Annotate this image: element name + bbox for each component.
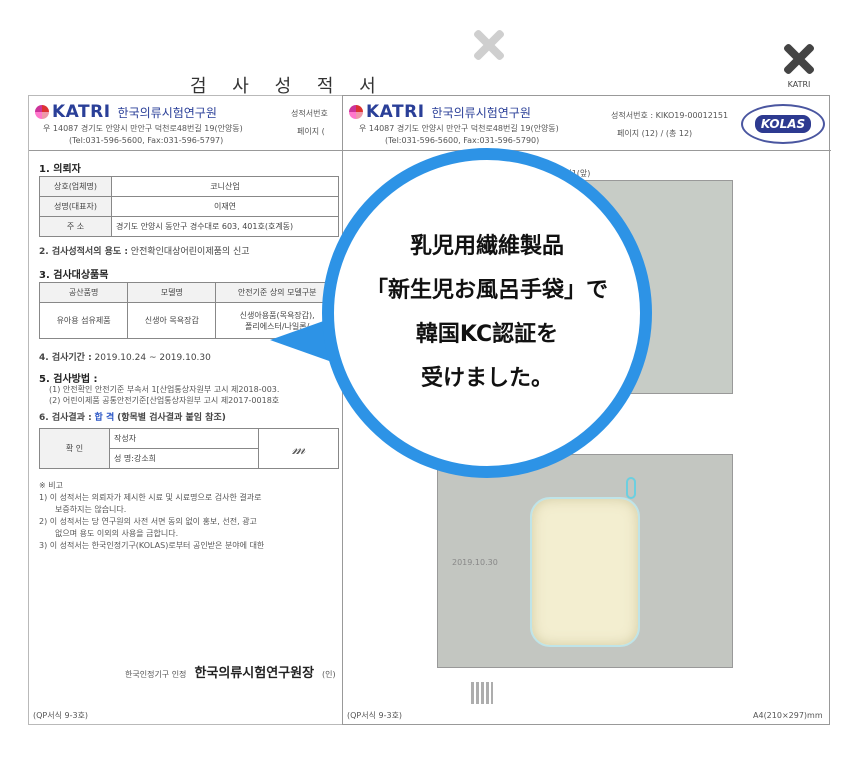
- section-result: 6. 검사결과 : 합 격 (항목별 검사결과 붙임 참조): [39, 413, 226, 423]
- watermark-x-icon: [472, 28, 506, 62]
- address: 우 14087 경기도 안양시 만안구 덕천로48번길 19(안양동): [43, 124, 243, 133]
- remark-title: ※ 비고: [39, 481, 63, 490]
- table-row: 공산품명 모델명 안전기준 상의 모델구분: [38, 282, 339, 303]
- row-value: 경기도 안양시 동안구 경수대로 603, 401호(호계동): [111, 216, 339, 237]
- katri-brand: KATRI: [52, 102, 111, 122]
- address: 우 14087 경기도 안양시 만안구 덕천로48번길 19(안양동): [359, 124, 559, 133]
- katri-logo-right: KATRI 한국의류시험연구원: [349, 102, 531, 122]
- kolas-logo: KOLAS: [741, 104, 825, 144]
- remark-line: 보증하지는 않습니다.: [55, 505, 127, 514]
- header-cell: 안전기준 상의 모델구분: [215, 282, 339, 303]
- section-client: 1. 의뢰자: [39, 164, 81, 175]
- confirm-label: 확 인: [39, 428, 110, 469]
- row-label: 성명(대표자): [39, 196, 112, 217]
- left-certificate: KATRI 한국의류시험연구원 우 14087 경기도 안양시 만안구 덕천로4…: [28, 95, 349, 725]
- header-cell: 모델명: [127, 282, 217, 303]
- signature-icon: 𝓂: [258, 428, 339, 469]
- row-value: 이재연: [111, 196, 339, 217]
- photo-date: 2019.10.30: [452, 558, 498, 567]
- form-number-right: (QP서식 9-3호): [347, 711, 403, 720]
- product-photo-bottom: 2019.10.30: [437, 454, 733, 668]
- katri-brand: KATRI: [366, 102, 425, 122]
- remark-line: 없으며 용도 이외의 사용을 금합니다.: [55, 529, 179, 538]
- tel: (Tel:031-596-5600, Fax:031-596-5797): [69, 136, 224, 145]
- confirm-table: 확 인 작성자 𝓂 성 명:강소희: [39, 428, 339, 469]
- katri-org-name: 한국의류시험연구원: [117, 105, 217, 120]
- table-row: 확 인 작성자 𝓂: [39, 428, 339, 469]
- paper-size: A4(210×297)mm: [753, 711, 823, 720]
- watermark-x-logo: [472, 28, 506, 62]
- katri-logo-caption: KATRI: [787, 80, 811, 89]
- product-cell: 유아용 섬유제품: [38, 302, 129, 339]
- table-row: 주 소 경기도 안양시 동안구 경수대로 603, 401호(호계동): [39, 216, 339, 237]
- katri-x-icon: [782, 42, 816, 76]
- page-label: 페이지 (: [297, 127, 325, 136]
- bubble-line-4: 受けました。: [420, 366, 553, 391]
- row-label: 주 소: [39, 216, 112, 237]
- section-products: 3. 검사대상품목: [39, 270, 109, 281]
- section-purpose: 2. 검사성적서의 용도 : 안전확인대상어린이제품의 신고: [39, 247, 250, 257]
- writer-name: 성 명:강소희: [109, 448, 259, 469]
- row-label: 상호(업체명): [39, 176, 112, 197]
- bubble-line-2: 「新生児お風呂手袋」で: [365, 278, 608, 303]
- remark-line: 1) 이 성적서는 의뢰자가 제시한 시료 및 시료명으로 검사한 결과로: [39, 493, 262, 502]
- bubble-line-3: 韓国KC認証を: [415, 322, 559, 347]
- row-value: 코니산업: [111, 176, 339, 197]
- katri-flower-icon: [349, 105, 363, 119]
- remark-line: 3) 이 성적서는 한국인정기구(KOLAS)로부터 공인받은 분야에 대한: [39, 541, 265, 550]
- tel: (Tel:031-596-5600, Fax:031-596-5790): [385, 136, 540, 145]
- katri-org-name: 한국의류시험연구원: [431, 105, 531, 120]
- method-line: (1) 안전확인 안전기준 부속서 1[산업통상자원부 고시 제2018-003…: [49, 385, 280, 394]
- form-number-left: (QP서식 9-3호): [33, 711, 89, 720]
- katri-x-logo: KATRI: [782, 42, 816, 89]
- page-info: 페이지 (12) / (총 12): [617, 129, 693, 138]
- product-cell: 신생아 목욕장갑: [127, 302, 217, 339]
- table-row: 상호(업체명) 코니산업: [39, 176, 339, 197]
- remark-line: 2) 이 성적서는 당 연구원의 사전 서면 동의 없이 홍보, 선전, 광고: [39, 517, 257, 526]
- bubble-line-1: 乳児用繊維製品: [409, 234, 564, 259]
- client-table: 상호(업체명) 코니산업 성명(대표자) 이재연 주 소 경기도 안양시 동안구…: [39, 176, 339, 237]
- method-line: (2) 어린이제품 공통안전기준[산업통상자원부 고시 제2017-0018호: [49, 396, 280, 405]
- cert-no-label: 성적서번호: [291, 109, 328, 118]
- katri-flower-icon: [35, 105, 49, 119]
- glove-loop: [626, 477, 636, 499]
- table-row: 성명(대표자) 이재연: [39, 196, 339, 217]
- bath-glove-image: [530, 497, 640, 647]
- header-cell: 공산품명: [38, 282, 129, 303]
- katri-logo-left: KATRI 한국의류시험연구원: [35, 102, 217, 122]
- footer-signature: 한국인정기구 인정 한국의류시험연구원장 (인): [125, 666, 336, 681]
- section-method: 5. 검사방법 :: [39, 374, 98, 385]
- writer-label: 작성자: [109, 428, 259, 449]
- section-period: 4. 검사기간 : 2019.10.24 ~ 2019.10.30: [39, 353, 211, 363]
- announcement-bubble: 乳児用繊維製品 「新生児お風呂手袋」で 韓国KC認証を 受けました。: [322, 148, 652, 478]
- cert-number: 성적서번호 : KIKO19-00012151: [611, 111, 729, 120]
- qr-code: [471, 682, 493, 704]
